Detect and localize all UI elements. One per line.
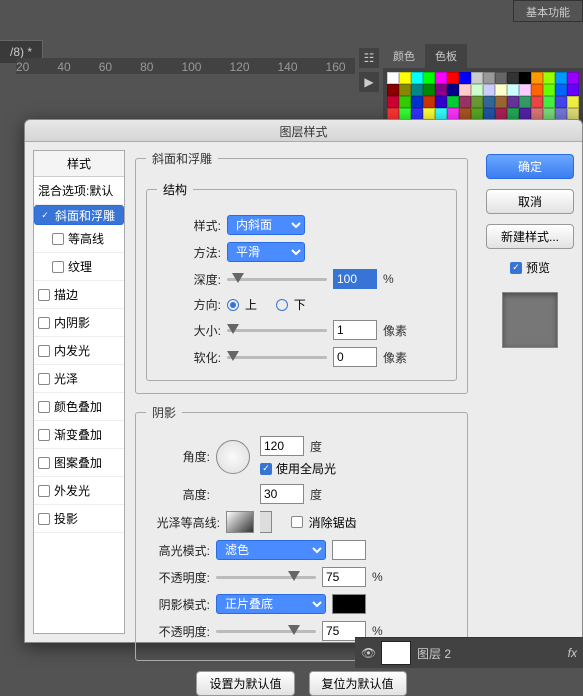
- angle-label: 角度:: [146, 448, 210, 465]
- color-panel: ☷ ▶ 颜色 色板: [355, 44, 583, 124]
- angle-input[interactable]: [260, 436, 304, 456]
- style-label: 样式:: [157, 217, 221, 234]
- style-list: 样式 混合选项:默认 斜面和浮雕 等高线 纹理 描边 内阴影 内发光 光泽 颜色…: [33, 150, 125, 634]
- structure-group: 结构 样式:内斜面 方法:平滑 深度:% 方向:上 下 大小:像素 软化:像素: [146, 181, 457, 381]
- stroke-item[interactable]: 描边: [34, 281, 124, 309]
- drop-shadow-item[interactable]: 投影: [34, 505, 124, 533]
- altitude-label: 高度:: [146, 486, 210, 503]
- gloss-contour-dropdown[interactable]: [260, 511, 272, 533]
- pattern-overlay-item[interactable]: 图案叠加: [34, 449, 124, 477]
- color-overlay-checkbox[interactable]: [38, 401, 50, 413]
- depth-input[interactable]: [333, 269, 377, 289]
- technique-label: 方法:: [157, 244, 221, 261]
- structure-title: 结构: [157, 181, 193, 198]
- shadow-color-swatch[interactable]: [332, 594, 366, 614]
- highlight-color-swatch[interactable]: [332, 540, 366, 560]
- direction-label: 方向:: [157, 296, 221, 313]
- shading-title: 阴影: [146, 404, 182, 421]
- stroke-checkbox[interactable]: [38, 289, 50, 301]
- highlight-mode-select[interactable]: 滤色: [216, 540, 326, 560]
- bevel-section: 斜面和浮雕 结构 样式:内斜面 方法:平滑 深度:% 方向:上 下 大小:像素 …: [135, 150, 468, 394]
- shadow-opacity-label: 不透明度:: [146, 623, 210, 640]
- layer-thumbnail[interactable]: [381, 641, 411, 665]
- depth-slider[interactable]: [227, 272, 327, 286]
- satin-item[interactable]: 光泽: [34, 365, 124, 393]
- cancel-button[interactable]: 取消: [486, 189, 574, 214]
- reset-default-button[interactable]: 复位为默认值: [309, 671, 407, 696]
- highlight-opacity-input[interactable]: [322, 567, 366, 587]
- inner-glow-checkbox[interactable]: [38, 345, 50, 357]
- angle-wheel[interactable]: [216, 440, 250, 474]
- shadow-mode-select[interactable]: 正片叠底: [216, 594, 326, 614]
- highlight-mode-label: 高光模式:: [146, 542, 210, 559]
- global-light-checkbox[interactable]: [260, 463, 272, 475]
- texture-item[interactable]: 纹理: [34, 253, 124, 281]
- layers-panel: 👁 图层 2 fx: [355, 637, 583, 668]
- contour-item[interactable]: 等高线: [34, 225, 124, 253]
- gloss-contour-label: 光泽等高线:: [146, 514, 220, 531]
- tab-swatch[interactable]: 色板: [425, 44, 467, 68]
- drop-shadow-checkbox[interactable]: [38, 513, 50, 525]
- inner-shadow-checkbox[interactable]: [38, 317, 50, 329]
- outer-glow-checkbox[interactable]: [38, 485, 50, 497]
- blend-options-item[interactable]: 混合选项:默认: [34, 177, 124, 205]
- satin-checkbox[interactable]: [38, 373, 50, 385]
- bevel-checkbox[interactable]: [39, 209, 51, 221]
- dialog-title: 图层样式: [25, 120, 582, 142]
- antialias-checkbox[interactable]: [291, 516, 303, 528]
- fx-badge[interactable]: fx: [568, 646, 577, 660]
- ok-button[interactable]: 确定: [486, 154, 574, 179]
- outer-glow-item[interactable]: 外发光: [34, 477, 124, 505]
- color-overlay-item[interactable]: 颜色叠加: [34, 393, 124, 421]
- preview-thumbnail: [502, 292, 558, 348]
- texture-checkbox[interactable]: [52, 261, 64, 273]
- soften-input[interactable]: [333, 347, 377, 367]
- size-input[interactable]: [333, 320, 377, 340]
- technique-select[interactable]: 平滑: [227, 242, 305, 262]
- layer-name[interactable]: 图层 2: [417, 645, 451, 662]
- inner-shadow-item[interactable]: 内阴影: [34, 309, 124, 337]
- size-label: 大小:: [157, 322, 221, 339]
- highlight-opacity-label: 不透明度:: [146, 569, 210, 586]
- bevel-emboss-item[interactable]: 斜面和浮雕: [34, 205, 124, 225]
- panel-play-icon[interactable]: ▶: [359, 72, 379, 92]
- preview-checkbox[interactable]: [510, 262, 522, 274]
- inner-glow-item[interactable]: 内发光: [34, 337, 124, 365]
- contour-checkbox[interactable]: [52, 233, 64, 245]
- panel-arrange-icon[interactable]: ☷: [359, 48, 379, 68]
- new-style-button[interactable]: 新建样式...: [486, 224, 574, 249]
- direction-up-radio[interactable]: [227, 299, 239, 311]
- style-select[interactable]: 内斜面: [227, 215, 305, 235]
- layer-style-dialog: 图层样式 样式 混合选项:默认 斜面和浮雕 等高线 纹理 描边 内阴影 内发光 …: [24, 119, 583, 643]
- style-list-header: 样式: [34, 151, 124, 177]
- shading-group: 阴影 角度: 度 使用全局光 高度:度 光泽等高线: 消除锯齿 高光模式:滤色 …: [135, 404, 468, 661]
- pattern-overlay-checkbox[interactable]: [38, 457, 50, 469]
- altitude-input[interactable]: [260, 484, 304, 504]
- depth-label: 深度:: [157, 271, 221, 288]
- preview-label: 预览: [526, 259, 550, 276]
- gradient-overlay-item[interactable]: 渐变叠加: [34, 421, 124, 449]
- soften-slider[interactable]: [227, 350, 327, 364]
- soften-label: 软化:: [157, 349, 221, 366]
- layer-row[interactable]: 👁 图层 2 fx: [355, 637, 583, 668]
- shadow-mode-label: 阴影模式:: [146, 596, 210, 613]
- tab-color[interactable]: 颜色: [383, 44, 425, 68]
- direction-down-radio[interactable]: [276, 299, 288, 311]
- gloss-contour-thumb[interactable]: [226, 511, 254, 533]
- highlight-opacity-slider[interactable]: [216, 570, 316, 584]
- shadow-opacity-slider[interactable]: [216, 624, 316, 638]
- color-swatches[interactable]: [383, 68, 583, 124]
- gradient-overlay-checkbox[interactable]: [38, 429, 50, 441]
- size-slider[interactable]: [227, 323, 327, 337]
- bevel-section-title: 斜面和浮雕: [146, 150, 218, 167]
- visibility-icon[interactable]: 👁: [361, 646, 375, 660]
- set-default-button[interactable]: 设置为默认值: [196, 671, 294, 696]
- workspace-basic-button[interactable]: 基本功能: [513, 0, 583, 22]
